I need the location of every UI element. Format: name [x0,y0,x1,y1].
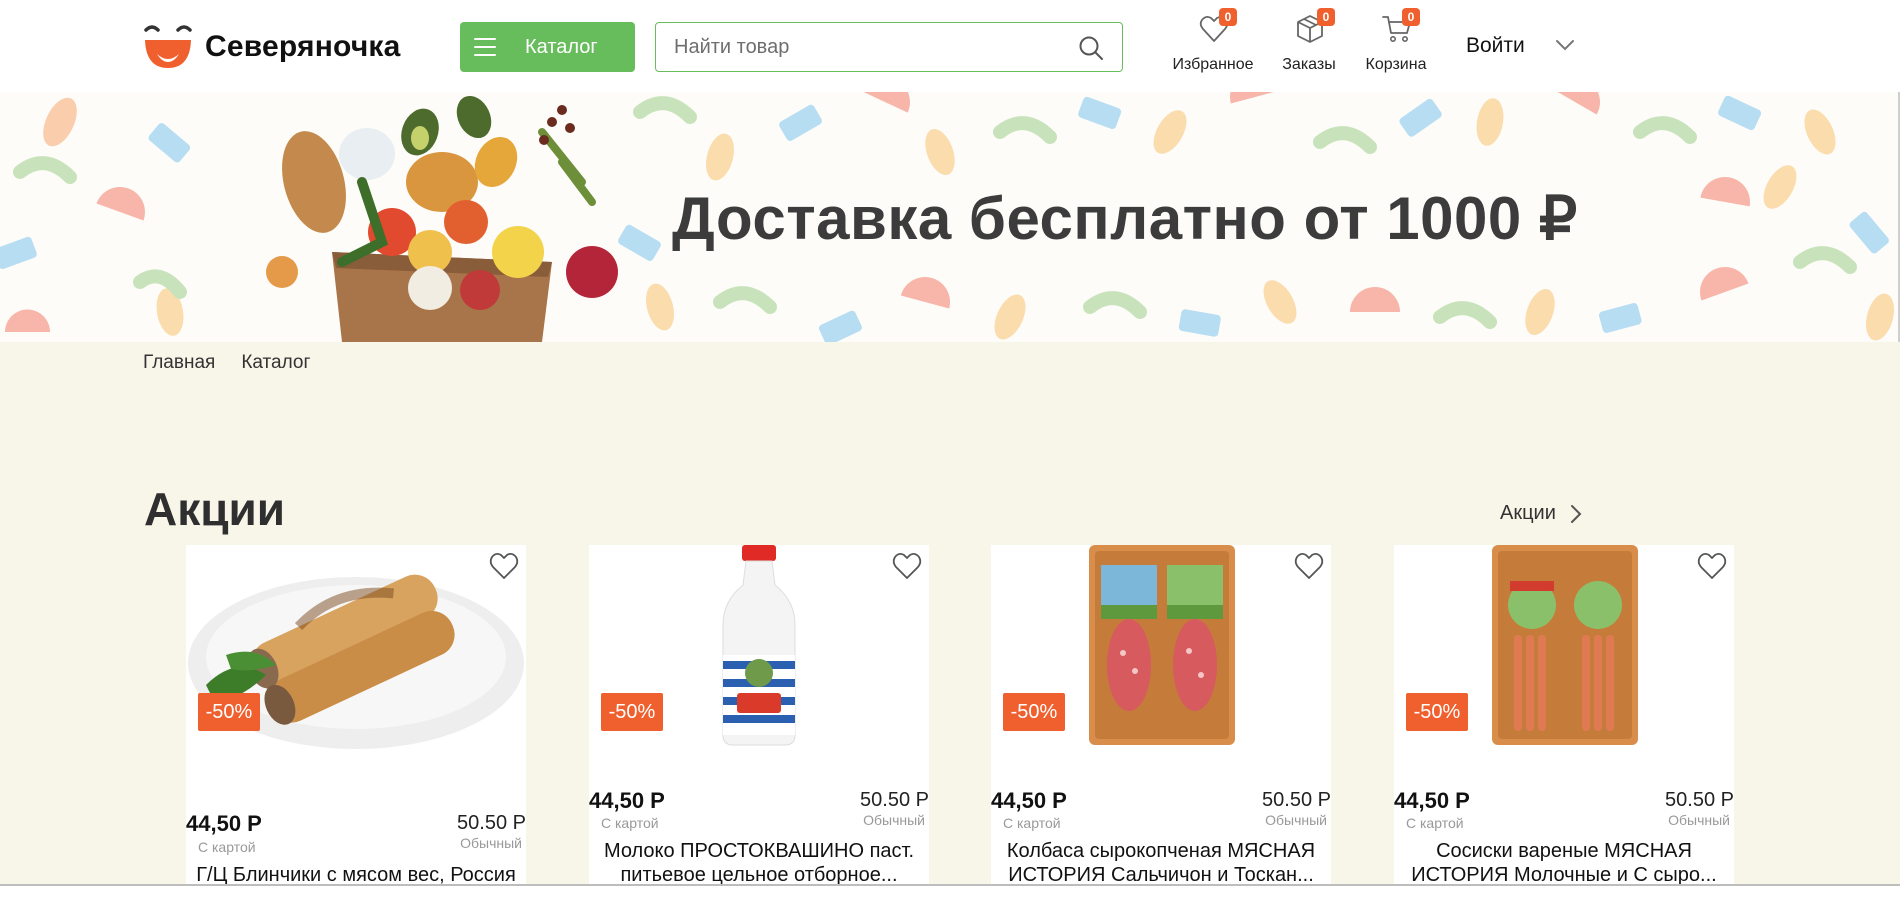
price-with-card-label: С картой [198,839,256,855]
search-input[interactable] [672,33,1052,61]
product-card[interactable]: -50% 44,50 Р 50.50 Р С картой Обычный Мо… [589,545,929,905]
product-card[interactable]: -50% 44,50 Р 50.50 Р С картой Обычный Со… [1394,545,1734,905]
favorites-link[interactable]: 0 Избранное [1163,8,1263,78]
heart-icon[interactable] [488,551,520,581]
price-regular-label: Обычный [460,835,522,851]
catalog-button-label: Каталог [525,36,598,58]
discount-badge: -50% [1003,693,1065,731]
chevron-down-icon[interactable] [1554,38,1576,52]
product-title[interactable]: Сосиски вареные МЯСНАЯ ИСТОРИЯ Молочные … [1394,839,1734,887]
product-card[interactable]: -50% 44,50 Р 50.50 Р С картой Обычный Г/… [186,545,526,905]
orders-label: Заказы [1282,56,1336,73]
discount-badge: -50% [198,693,260,731]
price-with-card: 44,50 Р [186,811,262,836]
price-regular: 50.50 Р [1262,789,1331,811]
price-regular-label: Обычный [1265,812,1327,828]
cart-count-badge: 0 [1402,8,1420,26]
price-with-card: 44,50 Р [589,788,665,813]
heart-icon[interactable] [1696,551,1728,581]
promo-banner[interactable]: Доставка бесплатно от 1000 ₽ [0,92,1900,342]
site-header: Северяночка Каталог 0 Избранное 0 Заказы [0,0,1900,92]
promos-all-link[interactable]: Акции [1500,502,1582,525]
price-regular: 50.50 Р [860,789,929,811]
discount-badge: -50% [601,693,663,731]
search-icon[interactable] [1078,35,1104,61]
price-with-card: 44,50 Р [991,788,1067,813]
promos-section-title: Акции [144,483,286,535]
promos-all-link-label: Акции [1500,502,1556,524]
product-title[interactable]: Молоко ПРОСТОКВАШИНО паст. питьевое цель… [589,839,929,887]
price-with-card-label: С картой [1003,815,1061,831]
banner-text: Доставка бесплатно от 1000 ₽ [672,185,1578,252]
heart-icon[interactable] [1293,551,1325,581]
orders-count-badge: 0 [1317,8,1335,26]
price-regular: 50.50 Р [1665,789,1734,811]
product-title[interactable]: Колбаса сырокопченая МЯСНАЯ ИСТОРИЯ Саль… [991,839,1331,887]
logo[interactable]: Северяночка [143,24,401,70]
price-with-card: 44,50 Р [1394,788,1470,813]
grocery-basket-image [266,95,618,342]
heart-icon[interactable] [891,551,923,581]
logo-text: Северяночка [205,30,401,63]
favorites-count-badge: 0 [1219,8,1237,26]
favorites-label: Избранное [1172,56,1254,73]
price-with-card-label: С картой [1406,815,1464,831]
search-box [655,22,1123,72]
product-card[interactable]: -50% 44,50 Р 50.50 Р С картой Обычный Ко… [991,545,1331,905]
menu-icon [474,36,498,58]
login-button[interactable]: Войти [1466,34,1525,58]
main-content: Главная Каталог Акции Акции -50% 44,50 Р… [0,342,1900,905]
cart-link[interactable]: 0 Корзина [1346,8,1446,78]
chevron-right-icon [1570,504,1582,523]
price-with-card-label: С картой [601,815,659,831]
price-regular-label: Обычный [1668,812,1730,828]
logo-smile-icon [144,25,192,68]
price-regular-label: Обычный [863,812,925,828]
breadcrumb: Главная Каталог [143,352,310,374]
cart-label: Корзина [1365,56,1427,73]
price-regular: 50.50 Р [457,812,526,834]
breadcrumb-home[interactable]: Главная [143,352,215,374]
breadcrumb-catalog[interactable]: Каталог [241,352,310,374]
catalog-button[interactable]: Каталог [460,22,635,72]
orders-link[interactable]: 0 Заказы [1259,8,1359,78]
discount-badge: -50% [1406,693,1468,731]
